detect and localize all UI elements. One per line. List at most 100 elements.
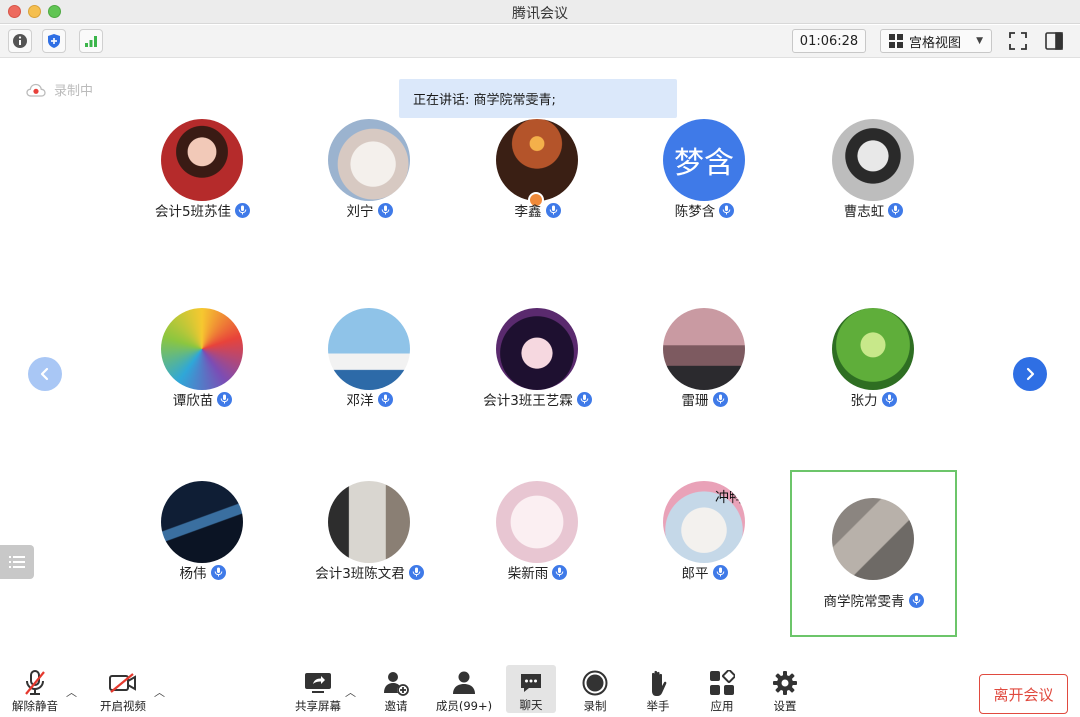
microphone-speaking-icon	[908, 592, 924, 608]
member-list-toggle[interactable]	[0, 545, 34, 579]
participant-tile[interactable]: 李鑫	[454, 108, 621, 275]
microphone-icon	[545, 202, 561, 218]
participant-name: 杨伟	[179, 566, 207, 582]
members-icon	[453, 671, 475, 694]
participant-name: 李鑫	[514, 204, 542, 220]
signal-bars-icon	[85, 36, 97, 47]
participant-tile[interactable]: 梦含 陈梦含	[621, 108, 788, 275]
participant-tile[interactable]: 会计5班苏佳	[119, 108, 286, 275]
info-icon	[13, 34, 27, 48]
fullscreen-button[interactable]	[1006, 29, 1030, 53]
members-button[interactable]: 成员(99+)	[429, 668, 499, 714]
participant-avatar: 梦含	[663, 119, 745, 201]
view-mode-select[interactable]: 宫格视图 ▼	[880, 29, 992, 53]
settings-button[interactable]: 设置	[750, 668, 820, 714]
share-screen-label: 共享屏幕	[295, 699, 341, 713]
participant-tile[interactable]: 商学院常雯青	[790, 470, 957, 637]
participant-name-row: 雷珊	[621, 389, 788, 409]
participant-avatar	[328, 481, 410, 563]
participant-avatar	[832, 119, 914, 201]
sidebar-toggle-button[interactable]	[1042, 29, 1066, 53]
participant-name-row: 会计5班苏佳	[119, 200, 286, 220]
microphone-icon	[377, 391, 393, 407]
invite-label: 邀请	[384, 699, 408, 713]
participant-avatar	[161, 308, 243, 390]
participant-tile[interactable]: 会计3班陈文君	[286, 470, 453, 637]
participant-name: 郎平	[681, 566, 709, 582]
unmute-button[interactable]: 解除静音	[0, 668, 70, 714]
participant-avatar	[161, 481, 243, 563]
network-status-button[interactable]	[79, 29, 103, 53]
raise-hand-button[interactable]: 举手	[623, 668, 693, 714]
add-user-icon	[384, 672, 409, 696]
list-icon	[9, 556, 25, 568]
participant-name: 会计3班王艺霖	[483, 393, 573, 409]
shield-icon	[48, 34, 60, 48]
chat-label: 聊天	[519, 698, 543, 712]
chevron-down-icon: ▼	[976, 36, 983, 46]
apps-label: 应用	[710, 699, 734, 713]
participant-tile[interactable]: 会计3班王艺霖	[454, 297, 621, 464]
members-label: 成员(99+)	[435, 699, 493, 713]
audio-options-chevron-icon[interactable]: ︿	[66, 684, 77, 700]
chat-button[interactable]: 聊天	[506, 665, 556, 713]
participant-name: 会计3班陈文君	[315, 566, 405, 582]
participant-tile[interactable]: 冲鸭郎平	[621, 470, 788, 637]
record-label: 录制	[583, 699, 607, 713]
meeting-toolbar: 01:06:28 宫格视图 ▼	[0, 25, 1080, 58]
participant-name-row: 李鑫	[454, 200, 621, 220]
participant-name: 商学院常雯青	[823, 594, 905, 610]
share-options-chevron-icon[interactable]: ︿	[345, 684, 356, 700]
microphone-icon	[217, 391, 233, 407]
participant-name: 刘宁	[346, 204, 374, 220]
title-bar: 腾讯会议	[0, 0, 1080, 24]
panel-icon	[1045, 32, 1063, 50]
video-options-chevron-icon[interactable]: ︿	[154, 684, 165, 700]
participant-tile[interactable]: 刘宁	[286, 108, 453, 275]
share-screen-button[interactable]: 共享屏幕	[283, 668, 353, 714]
leave-meeting-button[interactable]: 离开会议	[979, 674, 1068, 714]
participant-tile[interactable]: 谭欣苗	[119, 297, 286, 464]
apps-button[interactable]: 应用	[687, 668, 757, 714]
participant-avatar	[161, 119, 243, 201]
chevron-left-icon	[40, 367, 49, 381]
participant-tile[interactable]: 张力	[790, 297, 957, 464]
participant-name: 雷珊	[681, 393, 709, 409]
security-button[interactable]	[42, 29, 66, 53]
participant-avatar	[832, 308, 914, 390]
participant-avatar	[496, 481, 578, 563]
participant-avatar	[832, 498, 914, 580]
microphone-icon	[888, 202, 904, 218]
avatar-overlay-text: 冲鸭	[715, 490, 743, 506]
participant-name-row: 会计3班王艺霖	[454, 389, 621, 409]
participant-name: 邓洋	[346, 393, 374, 409]
recording-label: 录制中	[54, 84, 94, 99]
participant-name-row: 陈梦含	[621, 200, 788, 220]
microphone-icon	[881, 391, 897, 407]
participant-name-row: 杨伟	[119, 562, 286, 582]
participant-name-row: 刘宁	[286, 200, 453, 220]
record-button[interactable]: 录制	[560, 668, 630, 714]
participant-name-row: 郎平	[621, 562, 788, 582]
record-icon	[582, 670, 608, 696]
grid-view-icon	[889, 34, 903, 48]
participant-tile[interactable]: 曹志虹	[790, 108, 957, 275]
start-video-button[interactable]: 开启视频	[88, 668, 158, 714]
start-video-label: 开启视频	[100, 699, 146, 713]
next-page-button[interactable]	[1013, 357, 1047, 391]
participant-tile[interactable]: 杨伟	[119, 470, 286, 637]
meeting-info-button[interactable]	[8, 29, 32, 53]
participant-tile[interactable]: 邓洋	[286, 297, 453, 464]
participant-name: 柴新雨	[507, 566, 549, 582]
raise-hand-label: 举手	[646, 699, 670, 713]
participant-tile[interactable]: 雷珊	[621, 297, 788, 464]
participant-name-row: 曹志虹	[790, 200, 957, 220]
invite-button[interactable]: 邀请	[361, 668, 431, 714]
participant-tile[interactable]: 柴新雨	[454, 470, 621, 637]
participant-avatar	[328, 308, 410, 390]
camera-off-icon	[109, 673, 136, 693]
participant-avatar	[496, 119, 578, 201]
previous-page-button[interactable]	[28, 357, 62, 391]
window-title: 腾讯会议	[512, 6, 568, 22]
share-screen-icon	[305, 673, 331, 693]
